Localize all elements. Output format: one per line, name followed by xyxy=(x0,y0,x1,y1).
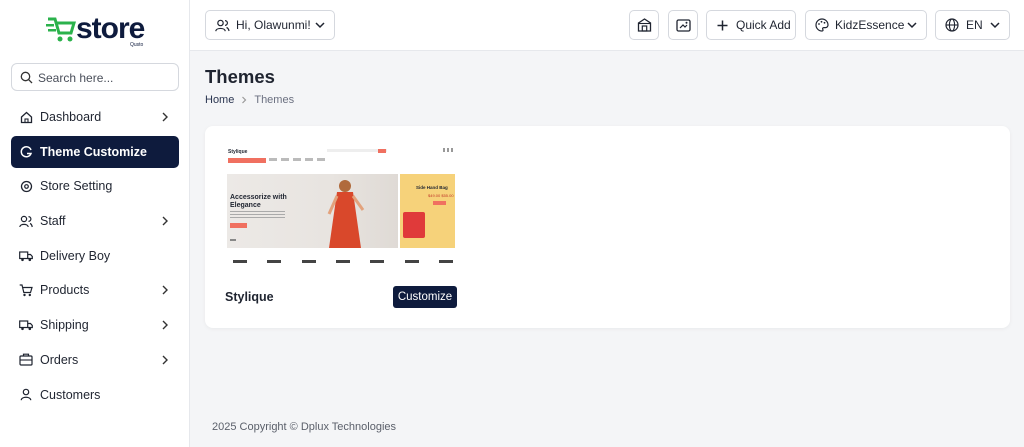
sidebar-nav: Dashboard Theme Customize Store Setting … xyxy=(11,101,179,413)
sidebar-item-orders[interactable]: Orders xyxy=(11,344,179,376)
user-greeting: Hi, Olawunmi! xyxy=(236,18,311,32)
cart-icon xyxy=(19,283,33,297)
sidebar-item-store-setting[interactable]: Store Setting xyxy=(11,170,179,202)
store-icon xyxy=(637,18,651,32)
preview-hero-text xyxy=(230,211,285,219)
user-icon xyxy=(215,19,230,31)
user-menu-button[interactable]: Hi, Olawunmi! xyxy=(205,10,335,40)
sidebar-item-label: Delivery Boy xyxy=(40,248,111,263)
breadcrumb-home[interactable]: Home xyxy=(205,94,234,106)
quick-add-button[interactable]: Quick Add xyxy=(706,10,796,40)
brand-logo[interactable]: store Qusto xyxy=(46,12,146,48)
preview-bag-image xyxy=(403,212,425,238)
preview-hero-dots xyxy=(230,239,236,241)
language-selector-button[interactable]: EN xyxy=(935,10,1010,40)
sidebar-item-label: Store Setting xyxy=(40,179,113,194)
preview-side-button xyxy=(433,201,446,205)
language-label: EN xyxy=(966,18,983,32)
shipping-icon xyxy=(19,318,33,332)
theme-icon xyxy=(19,145,33,159)
page-title: Themes xyxy=(205,66,275,87)
topbar: Hi, Olawunmi! Quick Add KidzEssence EN xyxy=(190,0,1024,51)
sidebar-item-label: Staff xyxy=(40,214,66,229)
staff-icon xyxy=(19,214,33,228)
preview-category-button xyxy=(228,158,266,163)
search-input[interactable] xyxy=(38,69,174,86)
breadcrumb: Home Themes xyxy=(205,94,294,106)
chevron-down-icon xyxy=(907,22,917,29)
theme-name: Stylique xyxy=(225,290,274,304)
customer-icon xyxy=(19,388,33,402)
truck-icon xyxy=(19,249,33,263)
theme-card: Stylique Accessorize with Elegance Side … xyxy=(205,126,1010,328)
chevron-right-icon xyxy=(162,216,168,226)
sidebar-item-delivery-boy[interactable]: Delivery Boy xyxy=(11,240,179,272)
sidebar-item-products[interactable]: Products xyxy=(11,274,179,306)
preview-brand: Stylique xyxy=(228,149,248,155)
sidebar-item-label: Orders xyxy=(40,352,79,367)
theme-preview-image[interactable]: Stylique Accessorize with Elegance Side … xyxy=(227,146,457,288)
preview-brand-logos xyxy=(233,260,453,263)
store-name: KidzEssence xyxy=(835,18,905,32)
palette-icon xyxy=(815,18,829,32)
sidebar-item-label: Theme Customize xyxy=(40,144,147,159)
sidebar-item-shipping[interactable]: Shipping xyxy=(11,309,179,341)
brand-sub: Qusto xyxy=(130,42,144,48)
chevron-right-icon xyxy=(162,112,168,122)
preview-hero-button xyxy=(230,223,247,228)
orders-icon xyxy=(19,353,33,367)
sidebar-search xyxy=(11,63,179,91)
sidebar-item-label: Customers xyxy=(40,387,101,402)
sidebar-item-customers[interactable]: Customers xyxy=(11,379,179,411)
breadcrumb-current: Themes xyxy=(254,94,295,106)
sidebar-item-label: Dashboard xyxy=(40,110,102,124)
preview-nav xyxy=(269,158,329,161)
preview-search-button xyxy=(378,149,386,153)
sidebar-item-staff[interactable]: Staff xyxy=(11,205,179,237)
plus-icon xyxy=(717,20,728,30)
sidebar-item-dashboard[interactable]: Dashboard xyxy=(11,101,179,133)
chevron-down-icon xyxy=(990,22,1000,29)
preview-side-price: $49.00 $55.00 xyxy=(428,193,454,198)
preview-hero-title: Accessorize with Elegance xyxy=(230,194,287,209)
store-setting-icon xyxy=(19,179,33,193)
customize-button[interactable]: Customize xyxy=(393,286,457,308)
media-button[interactable] xyxy=(668,10,698,40)
sidebar: store Qusto Dashboard Theme Customize xyxy=(0,0,190,447)
brand-name: store xyxy=(76,12,145,45)
home-icon xyxy=(19,110,33,124)
preview-side-banner: Side Hand Bag $49.00 $55.00 xyxy=(400,174,455,248)
chevron-right-icon xyxy=(162,285,168,295)
chevron-right-icon xyxy=(162,320,168,330)
sidebar-item-label: Shipping xyxy=(40,318,89,333)
preview-model-figure xyxy=(327,180,365,248)
quick-add-label: Quick Add xyxy=(736,18,791,32)
footer-copyright: 2025 Copyright © Dplux Technologies xyxy=(212,421,397,433)
cart-icon xyxy=(46,17,76,42)
sidebar-item-label: Products xyxy=(40,283,90,298)
preview-hero: Accessorize with Elegance xyxy=(227,174,398,248)
globe-icon xyxy=(945,18,959,32)
preview-header-icons xyxy=(443,148,455,152)
chevron-right-icon xyxy=(242,96,247,104)
store-selector-button[interactable]: KidzEssence xyxy=(805,10,927,40)
image-icon xyxy=(675,18,691,32)
sidebar-item-theme-customize[interactable]: Theme Customize xyxy=(11,135,179,168)
preview-side-title: Side Hand Bag xyxy=(416,185,448,190)
store-front-button[interactable] xyxy=(629,10,659,40)
search-icon xyxy=(20,71,33,84)
chevron-down-icon xyxy=(315,22,325,29)
chevron-right-icon xyxy=(162,355,168,365)
